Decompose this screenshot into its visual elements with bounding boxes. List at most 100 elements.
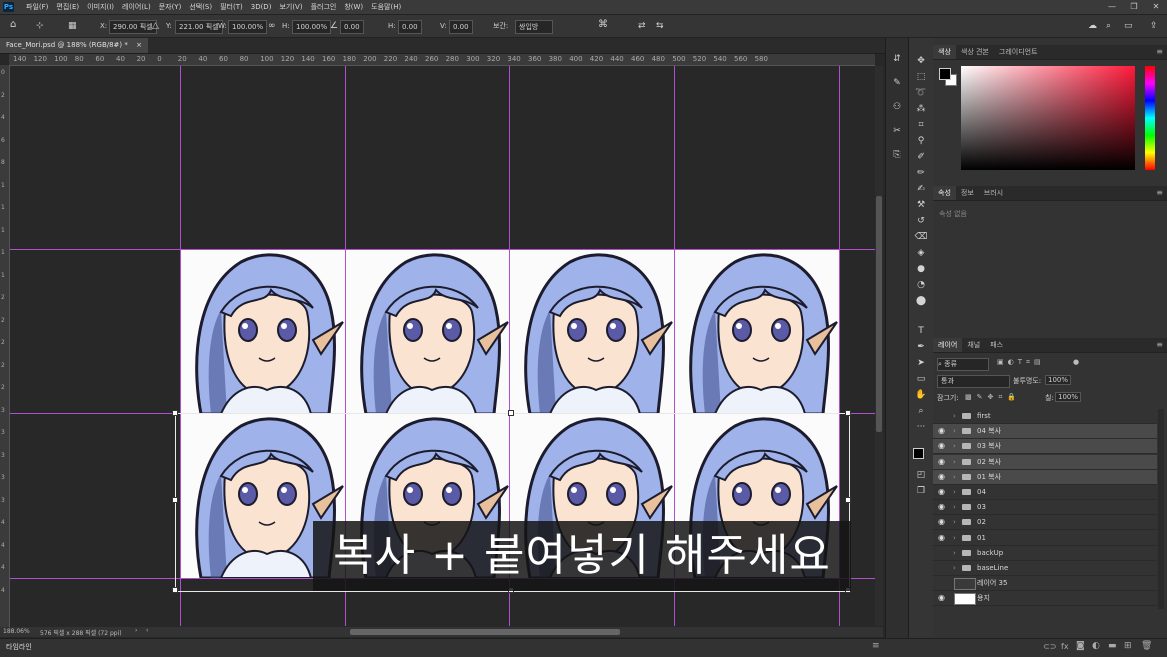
angle-input[interactable]: 0.00 bbox=[340, 20, 364, 34]
adjustment-icon[interactable]: ◐ bbox=[1092, 641, 1100, 651]
type-tool-icon[interactable]: T bbox=[913, 324, 929, 338]
eye-icon[interactable]: ◉ bbox=[938, 500, 948, 514]
eye-icon[interactable]: ◉ bbox=[938, 531, 948, 545]
w-input[interactable]: 100.00% bbox=[228, 20, 268, 34]
chevron-right-icon[interactable]: › bbox=[953, 500, 956, 514]
direct-select-icon[interactable]: ➤ bbox=[913, 356, 929, 370]
chevron-right-icon[interactable]: › bbox=[953, 424, 956, 438]
panel-tab[interactable]: 색상 견본 bbox=[956, 45, 994, 59]
panel-menu-icon[interactable]: ≡ bbox=[1156, 188, 1163, 197]
h-input[interactable]: 100.00% bbox=[292, 20, 332, 34]
zoom-tool-icon[interactable]: ⌕ bbox=[913, 404, 929, 418]
menu-item[interactable]: 보기(V) bbox=[275, 0, 306, 14]
fx-icon[interactable]: fx bbox=[1061, 642, 1069, 651]
menu-item[interactable]: 편집(E) bbox=[52, 0, 83, 14]
layer-row[interactable]: ◉ › 01 복사 bbox=[933, 469, 1157, 485]
chevron-right-icon[interactable]: › bbox=[953, 546, 956, 560]
menu-item[interactable]: 문자(Y) bbox=[155, 0, 186, 14]
reference-point-icon[interactable]: ▦ bbox=[68, 19, 77, 33]
eye-icon[interactable]: ◉ bbox=[938, 439, 948, 453]
dodge-tool-icon[interactable]: ◔ bbox=[913, 278, 929, 292]
fill-input[interactable]: 100% bbox=[1055, 392, 1082, 402]
transform-handle[interactable] bbox=[508, 410, 514, 416]
layer-row[interactable]: ◉ › 04 복사 bbox=[933, 424, 1157, 440]
foreground-color-swatch[interactable] bbox=[913, 448, 924, 459]
menu-item[interactable]: 3D(D) bbox=[247, 0, 276, 14]
pen-tool-icon[interactable]: ⬤ bbox=[913, 294, 929, 308]
magic-wand-icon[interactable]: ⁂ bbox=[913, 102, 929, 116]
layer-row[interactable]: › backUp bbox=[933, 546, 1157, 561]
chevron-right-icon[interactable]: › bbox=[953, 561, 956, 575]
x-input[interactable]: 290.00 픽셀 bbox=[109, 20, 157, 34]
vskew-input[interactable]: 0.00 bbox=[449, 20, 473, 34]
chevron-right-icon[interactable]: › bbox=[953, 409, 956, 423]
panel-menu-icon[interactable]: ≡ bbox=[872, 641, 880, 651]
canvas-vertical-scrollbar[interactable] bbox=[875, 66, 883, 626]
move-tool-options-icon[interactable]: ⊹ bbox=[36, 19, 44, 33]
color-field[interactable] bbox=[961, 66, 1135, 170]
history-brush-icon[interactable]: ↺ bbox=[913, 214, 929, 228]
quick-mask-icon[interactable]: ◰ bbox=[913, 468, 929, 482]
chevron-right-icon[interactable]: › bbox=[953, 455, 956, 469]
mask-icon[interactable]: ◙ bbox=[1076, 641, 1085, 651]
y-input[interactable]: 221.00 픽셀 bbox=[175, 20, 223, 34]
eyedropper-icon[interactable]: ⚲ bbox=[913, 134, 929, 148]
crop-tool-icon[interactable]: ⌗ bbox=[913, 118, 929, 132]
healing-brush-icon[interactable]: ✐ bbox=[913, 150, 929, 164]
layer-row[interactable]: ◉ › 03 bbox=[933, 500, 1157, 516]
brush-settings-icon[interactable]: ✎ bbox=[889, 76, 905, 90]
lock-icons[interactable]: ▩✎✥⌗🔒 bbox=[965, 393, 1021, 402]
new-group-icon[interactable]: ▬ bbox=[1108, 641, 1117, 651]
canvas-area[interactable]: 복사 + 붙여넣기 해주세요 bbox=[10, 66, 875, 626]
chevron-right-icon[interactable]: › bbox=[953, 531, 956, 545]
opacity-input[interactable]: 100% bbox=[1045, 375, 1072, 385]
transform-handle[interactable] bbox=[845, 410, 851, 416]
tool-presets-icon[interactable]: ✂ bbox=[889, 124, 905, 138]
layer-row[interactable]: ◉ › 02 bbox=[933, 515, 1157, 531]
panel-tab[interactable]: 브러시 bbox=[979, 186, 1008, 200]
menu-item[interactable]: 파일(F) bbox=[22, 0, 52, 14]
transform-handle[interactable] bbox=[172, 587, 178, 593]
transform-handle[interactable] bbox=[845, 497, 851, 503]
horizontal-scrollbar-thumb[interactable] bbox=[350, 629, 620, 635]
fg-color-chip[interactable] bbox=[939, 68, 951, 80]
link-icon[interactable]: ∞ bbox=[268, 19, 276, 33]
panel-tab[interactable]: 그레이디언트 bbox=[994, 45, 1043, 59]
eye-icon[interactable]: ◉ bbox=[938, 470, 948, 484]
hue-slider[interactable] bbox=[1145, 66, 1155, 170]
layer-filter-icons[interactable]: ▣◐T⌗▤ bbox=[997, 358, 1045, 367]
panel-menu-icon[interactable]: ≡ bbox=[1156, 47, 1163, 56]
panel-tab[interactable]: 정보 bbox=[956, 186, 979, 200]
more-tools-icon[interactable]: ··· bbox=[913, 420, 929, 434]
scroll-left-icon[interactable]: ‹ bbox=[146, 627, 148, 634]
layer-row[interactable]: ◉ › 03 복사 bbox=[933, 439, 1157, 455]
brush-tool-icon[interactable]: ✍ bbox=[913, 182, 929, 196]
history-icon[interactable]: ⇵ bbox=[889, 52, 905, 66]
chevron-right-icon[interactable]: › bbox=[953, 515, 956, 529]
layer-filter-select[interactable]: ⌕ 종류 bbox=[937, 358, 989, 371]
panel-tab[interactable]: 채널 bbox=[962, 338, 985, 352]
blend-mode-select[interactable]: 통과 bbox=[937, 375, 1010, 388]
document-tab[interactable]: Face_Mori.psd @ 188% (RGB/8#) * × bbox=[0, 38, 148, 53]
transform-handle[interactable] bbox=[172, 410, 178, 416]
stamp-tool-icon[interactable]: ⚒ bbox=[913, 198, 929, 212]
pencil-icon[interactable]: ✏ bbox=[913, 166, 929, 180]
marquee-tool-icon[interactable]: ⬚ bbox=[913, 70, 929, 84]
clone-source-icon[interactable]: ⚇ bbox=[889, 100, 905, 114]
eye-icon[interactable]: ◉ bbox=[938, 591, 948, 605]
layer-row[interactable]: ◉ › 02 복사 bbox=[933, 454, 1157, 470]
blur-tool-icon[interactable]: ● bbox=[913, 262, 929, 276]
lasso-tool-icon[interactable]: ➰ bbox=[913, 86, 929, 100]
move-tool-icon[interactable]: ✥ bbox=[913, 54, 929, 68]
menu-item[interactable]: 창(W) bbox=[340, 0, 367, 14]
filter-toggle-icon[interactable]: ● bbox=[1073, 358, 1079, 366]
paint-bucket-icon[interactable]: ◈ bbox=[913, 246, 929, 260]
menu-item[interactable]: 플러그인 bbox=[307, 0, 341, 14]
panel-tab[interactable]: 속성 bbox=[933, 186, 956, 200]
menu-item[interactable]: 도움말(H) bbox=[367, 0, 405, 14]
timeline-label[interactable]: 타임라인 bbox=[6, 642, 32, 652]
menu-item[interactable]: 레이어(L) bbox=[118, 0, 155, 14]
delete-layer-icon[interactable]: 🗑 bbox=[1141, 641, 1152, 651]
close-tab-icon[interactable]: × bbox=[136, 41, 142, 49]
zoom-level[interactable]: 188.06% bbox=[3, 628, 30, 635]
